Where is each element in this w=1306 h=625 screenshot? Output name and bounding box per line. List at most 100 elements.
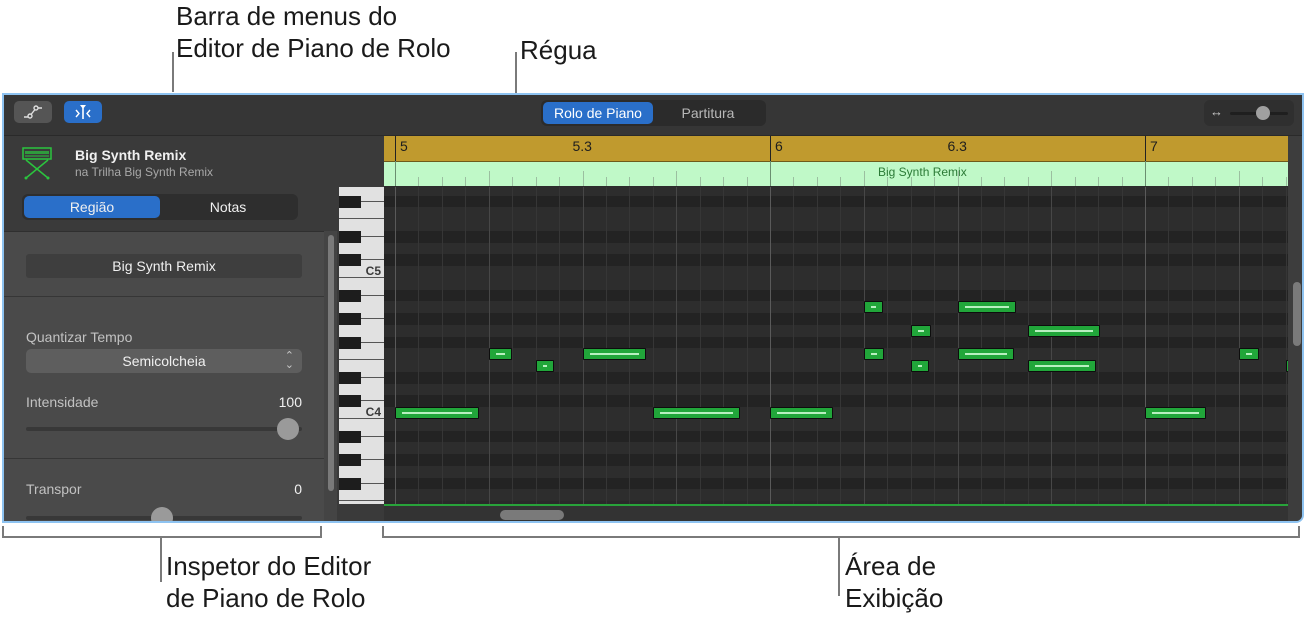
callout-display-area-line1: Área de [845, 551, 937, 581]
black-key[interactable] [339, 477, 361, 490]
ruler-bar-line [770, 136, 771, 162]
black-key[interactable] [339, 195, 361, 208]
inspector-divider [4, 296, 324, 297]
inspector-scrollbar[interactable] [324, 231, 337, 521]
vertical-scrollbar-thumb[interactable] [1293, 282, 1301, 346]
callout-display-area: Área de Exibição [845, 550, 943, 614]
black-key[interactable] [339, 230, 361, 243]
black-key[interactable] [339, 289, 361, 302]
midi-note-c4[interactable] [770, 407, 834, 419]
grid-row [384, 195, 1288, 208]
region-tick [957, 171, 959, 186]
midi-note-e4[interactable] [535, 360, 555, 372]
grid-line [863, 187, 865, 504]
zoom-slider-knob[interactable] [1256, 106, 1270, 120]
grid-row [384, 219, 1288, 231]
midi-note-f4[interactable] [1238, 348, 1259, 361]
horizontal-scrollbar-thumb[interactable] [500, 510, 564, 520]
region-header-bar[interactable]: Big Synth Remix [384, 161, 1288, 187]
grid-line [1051, 187, 1053, 504]
grid-line [1191, 187, 1193, 504]
vertical-scrollbar[interactable] [1288, 136, 1302, 521]
midi-note-f4[interactable] [863, 348, 884, 361]
black-key[interactable] [339, 254, 361, 267]
midi-note-e4[interactable] [910, 360, 930, 372]
inspector-scrollbar-thumb[interactable] [328, 235, 334, 491]
grid-line [535, 187, 537, 504]
tab-notes[interactable]: Notas [160, 196, 296, 218]
callout-ruler: Régua [520, 34, 597, 66]
grid-line [676, 187, 678, 504]
midi-note-c4[interactable] [1145, 407, 1206, 419]
tab-score[interactable]: Partitura [653, 102, 763, 124]
region-name-field[interactable]: Big Synth Remix [26, 254, 302, 278]
horizontal-scrollbar[interactable] [384, 506, 1288, 521]
grid-line [793, 187, 795, 504]
grid-line [1074, 187, 1076, 504]
callout-display-area-line2: Exibição [845, 583, 944, 613]
grid-row [384, 301, 1288, 313]
ruler[interactable]: 5 5.3 6 6.3 7 [384, 136, 1288, 162]
white-key-boundary [339, 218, 384, 219]
region-tick [1051, 171, 1053, 186]
grid-row [384, 395, 1288, 407]
inspector-bracket-bottom [2, 536, 322, 538]
black-key[interactable] [339, 371, 361, 384]
callout-inspector-line1: Inspetor do Editor [166, 551, 372, 581]
grid-line [418, 187, 420, 504]
note-velocity-bar [542, 365, 548, 367]
strength-slider-track[interactable] [26, 427, 302, 431]
black-key[interactable] [339, 395, 361, 408]
grid-row [384, 418, 1288, 431]
midi-note-e4[interactable] [1027, 360, 1096, 372]
black-key[interactable] [339, 313, 361, 325]
callout-inspector-line2: de Piano de Rolo [166, 583, 366, 613]
white-key-boundary [339, 359, 384, 360]
tab-region[interactable]: Região [24, 196, 160, 218]
midi-note-a4[interactable] [863, 301, 883, 314]
automation-button[interactable] [14, 101, 52, 123]
midi-note-f4[interactable] [488, 348, 513, 361]
strength-value: 100 [278, 394, 302, 410]
tab-piano-roll[interactable]: Rolo de Piano [543, 102, 653, 124]
black-key[interactable] [339, 430, 361, 443]
grid-row [384, 254, 1288, 266]
ruler-label: 5 [400, 138, 408, 154]
grid-line [559, 187, 561, 504]
piano-keyboard[interactable]: C5 C4 [339, 187, 384, 504]
region-tick [723, 177, 725, 186]
region-tick [1215, 177, 1217, 186]
black-key[interactable] [339, 336, 361, 349]
region-tick [1262, 177, 1264, 186]
midi-note-f4[interactable] [957, 348, 1014, 361]
grid-row [384, 371, 1288, 384]
midi-note-a4[interactable] [957, 301, 1017, 314]
note-velocity-bar [870, 353, 877, 356]
ruler-label: 6.3 [947, 138, 967, 154]
grid-line [1027, 187, 1029, 504]
ruler-bar-line [395, 136, 396, 162]
synth-keyboard-icon [22, 147, 52, 180]
callout-menu-bar-line1: Barra de menus do [176, 1, 398, 31]
display-bracket-right [1298, 526, 1300, 538]
quantize-popup[interactable]: Semicolcheia ⌃ ⌄ [26, 349, 302, 373]
midi-note-f4[interactable] [582, 348, 646, 361]
midi-draw-button[interactable] [64, 101, 102, 123]
region-tick [840, 177, 842, 186]
note-grid[interactable] [384, 187, 1288, 504]
callout-menu-bar-line2: Editor de Piano de Rolo [176, 33, 451, 63]
black-key[interactable] [339, 454, 361, 466]
region-tick [1004, 177, 1006, 186]
transpose-slider-knob[interactable] [151, 507, 173, 521]
display-bracket-left [382, 526, 384, 538]
midi-note-g4[interactable] [910, 324, 931, 337]
grid-line [816, 187, 818, 504]
midi-note-g4[interactable] [1027, 324, 1101, 337]
region-tick [652, 177, 654, 186]
horizontal-zoom-control: ↔ [1204, 100, 1294, 126]
strength-slider-knob[interactable] [277, 418, 299, 440]
midi-note-c4[interactable] [652, 407, 740, 419]
note-velocity-bar [589, 353, 639, 356]
octave-label: C5 [365, 264, 381, 278]
midi-note-c4[interactable] [395, 407, 480, 419]
